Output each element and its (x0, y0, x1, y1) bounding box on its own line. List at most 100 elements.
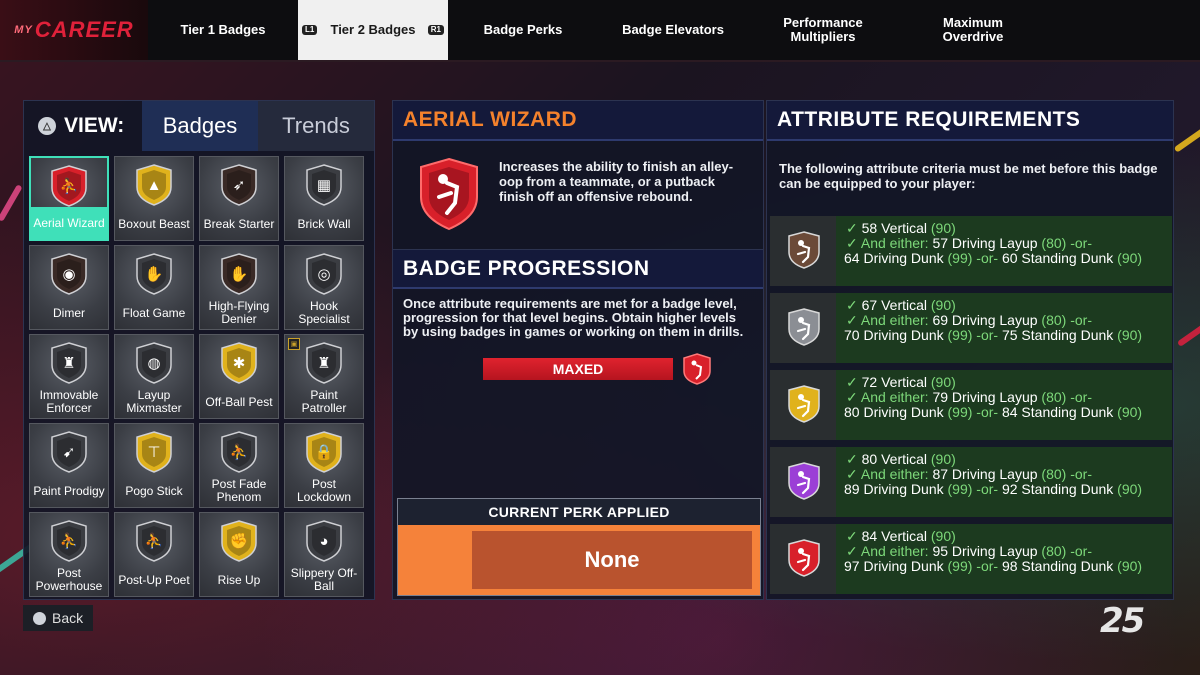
tab-maximum-overdrive[interactable]: Maximum Overdrive (898, 0, 1048, 60)
dunk-attribute: 89 Driving Dunk (844, 481, 944, 497)
new-indicator-icon: ▣ (288, 338, 300, 350)
badge-glyph: ⊤ (147, 444, 161, 461)
or-label: -or- (1070, 235, 1092, 251)
badge-cell[interactable]: ✱ Off-Ball Pest (199, 334, 279, 419)
back-button[interactable]: Back (23, 605, 93, 631)
either-label: And either: (860, 389, 929, 405)
badge-cell[interactable]: ▦ Brick Wall (284, 156, 364, 241)
badge-cell[interactable]: ➶ Break Starter (199, 156, 279, 241)
badge-name: Break Starter (203, 216, 275, 231)
badge-name: Rise Up (217, 572, 261, 587)
svg-text:25: 25 (1100, 601, 1144, 638)
badge-name: Immovable Enforcer (39, 388, 99, 415)
check-icon: ✓ (846, 235, 858, 251)
tab-performance-multipliers[interactable]: Performance Multipliers (748, 0, 898, 60)
badge-glyph: ✋ (144, 266, 164, 283)
badge-icon: ➶ (221, 164, 257, 206)
badge-cell[interactable]: ♜ Immovable Enforcer (29, 334, 109, 419)
view-label: △ VIEW: (24, 101, 142, 151)
badge-cell[interactable]: ✋ Float Game (114, 245, 194, 330)
logo-prefix: MY (14, 24, 33, 36)
badge-icon: ◉ (51, 253, 87, 295)
badge-cell[interactable]: ⛹ Aerial Wizard (29, 156, 109, 241)
badge-icon: ✱ (221, 342, 257, 384)
tab-badge-elevators[interactable]: Badge Elevators (598, 0, 748, 60)
badge-icon: ▦ (306, 164, 342, 206)
tab-label: Tier 1 Badges (180, 22, 266, 38)
badge-cell[interactable]: ⛹ Post Powerhouse (29, 512, 109, 597)
nba2k25-logo: 25 (1098, 598, 1168, 641)
tab-badge-perks[interactable]: Badge Perks (448, 0, 598, 60)
main-attribute-cap: (90) (930, 528, 956, 544)
requirement-text: ✓ 72 Vertical (90) ✓ And either: 79 Drivi… (844, 375, 1142, 420)
badge-level-icon (788, 231, 820, 269)
badge-cell[interactable]: ▲ Boxout Beast (114, 156, 194, 241)
badge-glyph: ⛹ (59, 533, 79, 550)
or-label: -or- (976, 481, 999, 497)
standing-dunk-attribute: 75 Standing Dunk (1001, 327, 1114, 343)
badge-icon: ◍ (136, 342, 172, 384)
badge-icon: ▲ (136, 164, 172, 206)
check-icon: ✓ (846, 528, 858, 544)
badge-level-icon (788, 539, 820, 577)
perk-value[interactable]: None (472, 531, 752, 589)
requirement-text: ✓ 67 Vertical (90) ✓ And either: 69 Drivi… (844, 297, 1142, 343)
main-attribute-cap: (90) (930, 297, 956, 313)
badge-cell[interactable]: ✋ High-Flying Denier (199, 245, 279, 330)
badge-glyph: 🔒 (314, 444, 334, 461)
back-label: Back (52, 610, 84, 626)
badge-glyph: ♜ (317, 355, 331, 372)
main-attribute: 67 Vertical (861, 297, 927, 313)
check-icon: ✓ (846, 220, 858, 236)
badge-list-panel: △ VIEW: Badges Trends ⛹ Aerial Wizard ▲ Box… (23, 100, 375, 600)
badge-cell[interactable]: ♜ ▣ Paint Patroller (284, 334, 364, 419)
attribute-requirements-panel: ATTRIBUTE REQUIREMENTS The following att… (766, 100, 1174, 600)
or-label: -or- (976, 404, 999, 420)
layup-attribute-cap: (80) (1041, 543, 1067, 559)
badge-icon: ⛹ (51, 520, 87, 562)
requirements-title: ATTRIBUTE REQUIREMENTS (767, 101, 1173, 141)
badge-name: Paint Patroller (301, 388, 347, 415)
view-bar: △ VIEW: Badges Trends (24, 101, 374, 151)
r1-button-hint: R1 (427, 25, 444, 36)
standing-dunk-attribute-cap: (90) (1117, 558, 1143, 574)
or-label: -or- (976, 327, 999, 343)
view-tab-label: Trends (282, 113, 350, 138)
badge-icon: ⛹ (51, 165, 87, 207)
tab-label: Performance Multipliers (783, 15, 863, 44)
requirement-level-row: ✓ 84 Vertical (90) ✓ And either: 95 Drivi… (770, 524, 1172, 594)
badge-cell[interactable]: ⛹ Post-Up Poet (114, 512, 194, 597)
badge-glyph: ➹ (62, 444, 76, 461)
badge-cell[interactable]: ◕ Slippery Off-Ball (284, 512, 364, 597)
badge-cell[interactable]: ✊ Rise Up (199, 512, 279, 597)
or-label: -or- (1070, 543, 1092, 559)
badge-cell[interactable]: 🔒 Post Lockdown (284, 423, 364, 508)
badge-glyph: ⛹ (229, 444, 249, 461)
layup-attribute: 69 Driving Layup (932, 312, 1038, 328)
tab-tier1-badges[interactable]: Tier 1 Badges (148, 0, 298, 60)
badge-icon: ➹ (51, 431, 87, 473)
badge-cell[interactable]: ◍ Layup Mixmaster (114, 334, 194, 419)
standing-dunk-attribute: 60 Standing Dunk (1001, 250, 1114, 266)
view-tab-trends[interactable]: Trends (258, 101, 374, 151)
or-label: -or- (976, 558, 999, 574)
badge-cell[interactable]: ⛹ Post Fade Phenom (199, 423, 279, 508)
badge-level-icon (788, 308, 820, 346)
layup-attribute-cap: (80) (1041, 389, 1067, 405)
badge-cell[interactable]: ◎ Hook Specialist (284, 245, 364, 330)
dunk-attribute-cap: (99) (947, 404, 973, 420)
check-icon: ✓ (846, 312, 858, 328)
badge-level-icon (788, 385, 820, 423)
tab-tier2-badges[interactable]: L1 Tier 2 Badges R1 (298, 0, 448, 60)
view-tab-badges[interactable]: Badges (142, 101, 258, 151)
main-attribute-cap: (90) (930, 451, 956, 467)
badge-icon: ✋ (221, 253, 257, 295)
view-label-text: VIEW: (64, 114, 125, 137)
badge-cell[interactable]: ◉ Dimer (29, 245, 109, 330)
badge-cell[interactable]: ➹ Paint Prodigy (29, 423, 109, 508)
check-icon: ✓ (846, 543, 858, 559)
tab-label: Tier 2 Badges (330, 22, 416, 38)
badge-cell[interactable]: ⊤ Pogo Stick (114, 423, 194, 508)
dunk-attribute-cap: (99) (947, 481, 973, 497)
perk-title: CURRENT PERK APPLIED (398, 499, 760, 525)
